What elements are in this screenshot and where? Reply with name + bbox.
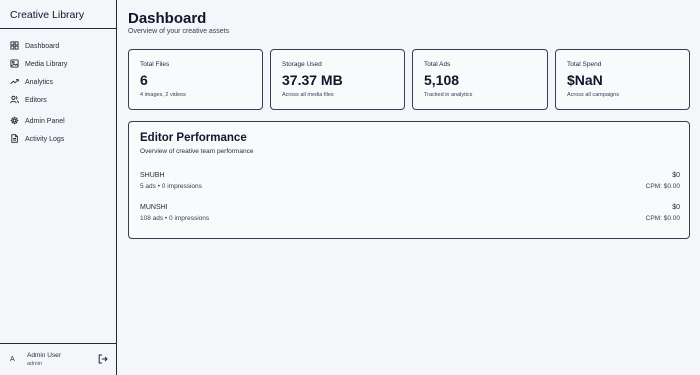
gear-icon — [10, 116, 20, 126]
file-icon — [10, 134, 20, 144]
stat-label: Total Spend — [567, 61, 602, 68]
user-role: admin — [27, 361, 42, 367]
editor-performance-card: Editor Performance Overview of creative … — [128, 121, 690, 239]
sidebar: Creative Library Dashboard Media Library… — [0, 0, 117, 375]
sidebar-item-label: Activity Logs — [25, 135, 65, 143]
page-title: Dashboard — [128, 10, 207, 27]
section-subtitle: Overview of creative team performance — [140, 148, 254, 155]
stat-card-total-files: Total Files 6 4 images, 2 videos — [128, 49, 263, 110]
stat-card-total-ads: Total Ads 5,108 Tracked in analytics — [412, 49, 548, 110]
stat-card-storage-used: Storage Used 37.37 MB Across all media f… — [270, 49, 405, 110]
editor-stats: 108 ads • 0 impressions — [140, 215, 210, 222]
stat-value: 6 — [140, 72, 148, 88]
editor-row: MUNSHI 108 ads • 0 impressions $0 CPM: $… — [140, 204, 680, 224]
sidebar-item-editors[interactable]: Editors — [0, 91, 116, 109]
logout-icon[interactable] — [98, 354, 110, 366]
sidebar-item-media-library[interactable]: Media Library — [0, 55, 116, 73]
page-subtitle: Overview of your creative assets — [128, 28, 230, 35]
users-icon — [10, 95, 20, 105]
sidebar-item-label: Media Library — [25, 60, 68, 68]
section-title: Editor Performance — [140, 132, 247, 144]
editor-spend: $0 — [672, 204, 680, 211]
sidebar-item-label: Admin Panel — [25, 117, 65, 125]
main-content: Dashboard Overview of your creative asse… — [117, 0, 700, 375]
dashboard-icon — [10, 41, 20, 51]
sidebar-item-label: Dashboard — [25, 42, 60, 50]
image-icon — [10, 59, 20, 69]
sidebar-item-activity-logs[interactable]: Activity Logs — [0, 130, 116, 148]
stat-value: 5,108 — [424, 72, 460, 88]
sidebar-item-analytics[interactable]: Analytics — [0, 73, 116, 91]
sidebar-nav: Dashboard Media Library Analytics Editor… — [0, 29, 116, 148]
sidebar-item-admin-panel[interactable]: Admin Panel — [0, 112, 116, 130]
editor-cpm: CPM: $0.00 — [645, 183, 680, 190]
trending-up-icon — [10, 77, 20, 87]
stat-label: Storage Used — [282, 61, 322, 68]
stat-note: Tracked in analytics — [424, 92, 473, 98]
stat-label: Total Ads — [424, 61, 451, 68]
editor-spend: $0 — [672, 172, 680, 179]
editor-cpm: CPM: $0.00 — [645, 215, 680, 222]
avatar: A — [10, 356, 15, 363]
stat-card-total-spend: Total Spend $NaN Across all campaigns — [555, 49, 690, 110]
sidebar-item-dashboard[interactable]: Dashboard — [0, 37, 116, 55]
stat-value: $NaN — [567, 72, 603, 88]
brand-title: Creative Library — [0, 0, 116, 29]
stat-note: Across all media files — [282, 92, 334, 98]
sidebar-item-label: Editors — [25, 96, 47, 104]
stat-note: Across all campaigns — [567, 92, 619, 98]
sidebar-item-label: Analytics — [25, 78, 54, 86]
stat-label: Total Files — [140, 61, 170, 68]
user-panel: A Admin User admin — [0, 343, 116, 375]
stat-value: 37.37 MB — [282, 72, 343, 88]
editor-row: SHUBH 5 ads • 0 impressions $0 CPM: $0.0… — [140, 172, 680, 192]
editor-stats: 5 ads • 0 impressions — [140, 183, 202, 190]
editor-name: SHUBH — [140, 172, 165, 179]
user-name: Admin User — [27, 352, 61, 359]
editor-name: MUNSHI — [140, 204, 168, 211]
stat-note: 4 images, 2 videos — [140, 92, 186, 98]
